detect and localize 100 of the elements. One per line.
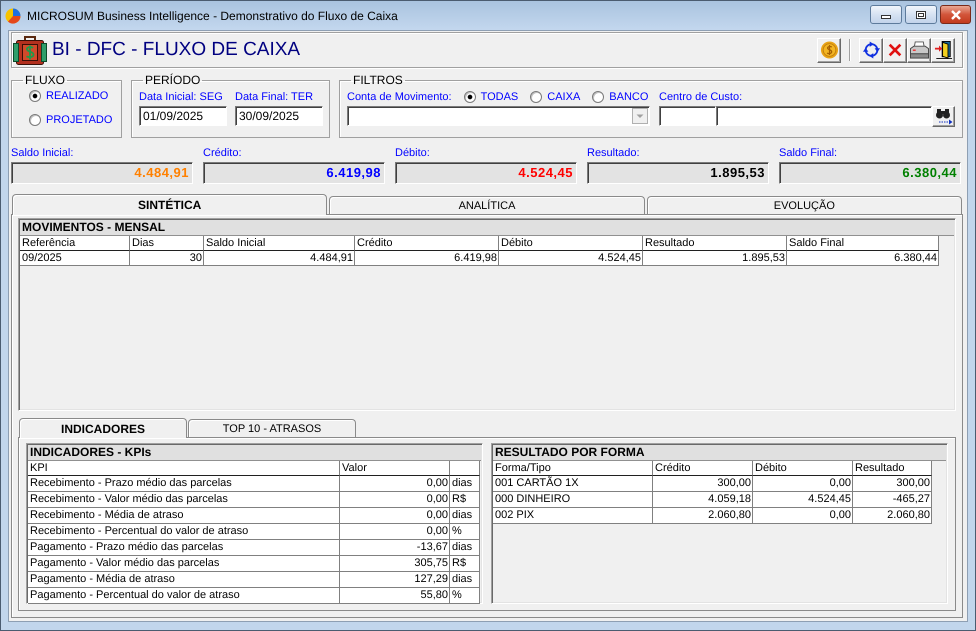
refresh-button[interactable] (859, 38, 883, 62)
column-header[interactable]: KPI (28, 461, 340, 476)
currency-button[interactable] (817, 38, 841, 62)
amount-label: Resultado: (587, 147, 641, 160)
field-label: Conta de Movimento: (347, 90, 452, 104)
date-field[interactable]: 01/09/2025 (139, 106, 227, 126)
amount-label: Débito: (395, 147, 431, 160)
table-cell: Recebimento - Percentual do valor de atraso (28, 524, 340, 540)
column-header[interactable]: Resultado (643, 236, 787, 251)
cost-center-name-field[interactable] (716, 106, 932, 126)
minimize-icon (881, 15, 891, 19)
field-label: Data Final: TER (235, 90, 314, 104)
table-cell: dias (450, 476, 480, 492)
printer-icon (910, 41, 928, 59)
table-cell: -13,67 (340, 540, 450, 556)
column-header[interactable]: Dias (130, 236, 204, 251)
binoculars-icon (934, 108, 952, 125)
table-cell: Recebimento - Média de atraso (28, 508, 340, 524)
table-cell: 0,00 (753, 508, 853, 524)
table-cell: R$ (450, 556, 480, 572)
group-title: FLUXO (24, 74, 66, 87)
table-cell: 305,75 (340, 556, 450, 572)
search-button[interactable] (932, 106, 955, 127)
table-cell: 300,00 (853, 476, 932, 492)
close-button[interactable] (940, 5, 971, 24)
option-label[interactable]: PROJETADO (46, 114, 112, 126)
cancel-button[interactable] (883, 38, 907, 62)
date-field[interactable]: 30/09/2025 (235, 106, 323, 126)
table-cell: -465,27 (853, 492, 932, 508)
cost-center-code-field[interactable] (659, 106, 716, 126)
grid-title: RESULTADO POR FORMA (493, 445, 946, 461)
table-cell: dias (450, 508, 480, 524)
table-cell: 1.895,53 (643, 251, 787, 266)
exit-door-icon (934, 41, 952, 59)
table-cell: 002 PIX (493, 508, 653, 524)
table-cell: 0,00 (340, 524, 450, 540)
amount-label: Crédito: (203, 147, 243, 160)
minimize-button[interactable] (870, 5, 902, 24)
table-cell: Recebimento - Valor médio das parcelas (28, 492, 340, 508)
table-cell: 0,00 (340, 508, 450, 524)
app-icon (5, 8, 21, 24)
amount-field: 4.484,91 (11, 162, 193, 184)
window-title: MICROSUM Business Intelligence - Demonstrativo do Fluxo de Caixa (27, 8, 398, 22)
column-header[interactable]: Débito (499, 236, 643, 251)
table-cell: 4.524,45 (499, 251, 643, 266)
column-header[interactable]: Valor (340, 461, 450, 476)
column-header[interactable]: Resultado (853, 461, 932, 476)
tab[interactable]: ANALÍTICA (329, 196, 645, 214)
column-header[interactable]: Crédito (653, 461, 753, 476)
table-cell: 4.524,45 (753, 492, 853, 508)
option-label[interactable]: CAIXA (547, 91, 580, 103)
table-cell: 55,80 (340, 588, 450, 604)
table-cell: 000 DINHEIRO (493, 492, 653, 508)
table-cell: Recebimento - Prazo médio das parcelas (28, 476, 340, 492)
table-cell: % (450, 524, 480, 540)
table-cell: 2.060,80 (853, 508, 932, 524)
table-cell: 4.484,91 (204, 251, 355, 266)
column-header[interactable]: Forma/Tipo (493, 461, 653, 476)
table-cell: 6.380,44 (787, 251, 939, 266)
grid-title: INDICADORES - KPIs (28, 445, 481, 461)
tab[interactable]: TOP 10 - ATRASOS (188, 419, 356, 437)
radio-button[interactable] (530, 91, 542, 103)
column-header[interactable]: Referência (20, 236, 130, 251)
option-label[interactable]: TODAS (480, 91, 518, 103)
table-cell: 300,00 (653, 476, 753, 492)
column-header[interactable]: Saldo Inicial (204, 236, 355, 251)
page-title: BI - DFC - FLUXO DE CAIXA (52, 39, 300, 61)
table-cell: 30 (130, 251, 204, 266)
table-cell: 4.059,18 (653, 492, 753, 508)
grid-title: MOVIMENTOS - MENSAL (20, 220, 954, 236)
money-briefcase-icon (13, 34, 47, 66)
exit-button[interactable] (931, 38, 955, 62)
blank-column-header[interactable] (450, 461, 480, 476)
option-label[interactable]: REALIZADO (46, 90, 108, 102)
account-dropdown[interactable] (347, 106, 650, 126)
table-cell: % (450, 588, 480, 604)
column-header[interactable]: Débito (753, 461, 853, 476)
table-cell: Pagamento - Prazo médio das parcelas (28, 540, 340, 556)
tab[interactable]: INDICADORES (19, 418, 187, 438)
table-cell: 0,00 (340, 492, 450, 508)
radio-button[interactable] (29, 114, 41, 126)
radio-button[interactable] (464, 91, 476, 103)
field-label: Centro de Custo: (659, 90, 744, 104)
coin-icon (820, 41, 838, 59)
table-cell: dias (450, 540, 480, 556)
option-label[interactable]: BANCO (609, 91, 648, 103)
column-header[interactable]: Saldo Final (787, 236, 939, 251)
tab[interactable]: SINTÉTICA (12, 194, 328, 215)
table-cell: 2.060,80 (653, 508, 753, 524)
amount-field: 6.380,44 (779, 162, 961, 184)
amount-label: Saldo Final: (779, 147, 838, 160)
caret-icon (632, 108, 648, 124)
maximize-button[interactable] (905, 5, 937, 24)
radio-button[interactable] (592, 91, 604, 103)
radio-button[interactable] (29, 90, 41, 102)
amount-field: 4.524,45 (395, 162, 577, 184)
column-header[interactable]: Crédito (355, 236, 499, 251)
print-button[interactable] (907, 38, 931, 62)
tab[interactable]: EVOLUÇÃO (646, 196, 962, 214)
field-label: Data Inicial: SEG (139, 90, 224, 104)
